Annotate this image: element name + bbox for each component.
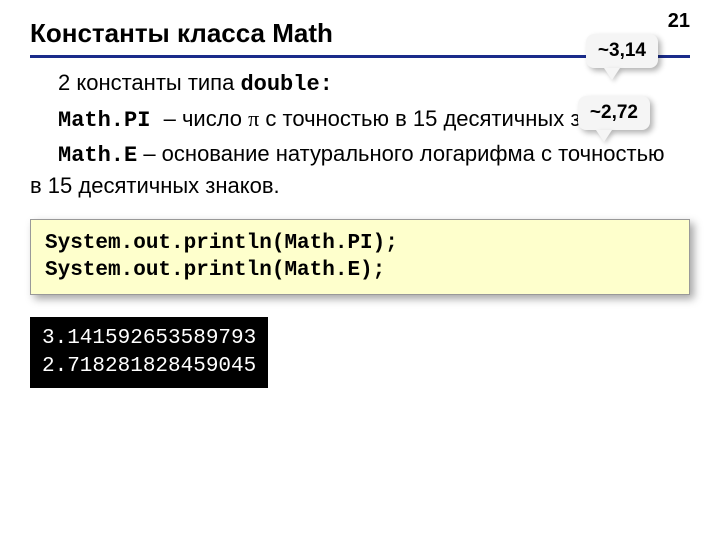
intro-code: double: <box>240 72 332 97</box>
pi-const: Math.PI <box>58 108 164 133</box>
callout-pi: ~3,14 <box>586 34 658 68</box>
code-block: System.out.println(Math.PI); System.out.… <box>30 219 690 296</box>
callout-tail-icon <box>596 130 612 142</box>
e-const: Math.E <box>58 143 137 168</box>
pi-dash: – число <box>164 106 249 131</box>
e-line: Math.E – основание натурального логарифм… <box>30 139 670 200</box>
content-area: ~3,14 ~2,72 2 константы типа double: Mat… <box>30 68 690 388</box>
callout-tail-icon <box>604 68 620 80</box>
intro-line: 2 константы типа double: <box>30 68 670 100</box>
callout-e-text: ~2,72 <box>590 102 638 123</box>
pi-symbol: π <box>248 106 259 131</box>
callout-pi-text: ~3,14 <box>598 40 646 61</box>
page-number: 21 <box>668 10 690 33</box>
pi-line: Math.PI – число π с точностью в 15 десят… <box>30 104 670 136</box>
output-block: 3.141592653589793 2.718281828459045 <box>30 317 268 388</box>
intro-prefix: 2 константы типа <box>58 70 240 95</box>
callout-e: ~2,72 <box>578 96 650 130</box>
